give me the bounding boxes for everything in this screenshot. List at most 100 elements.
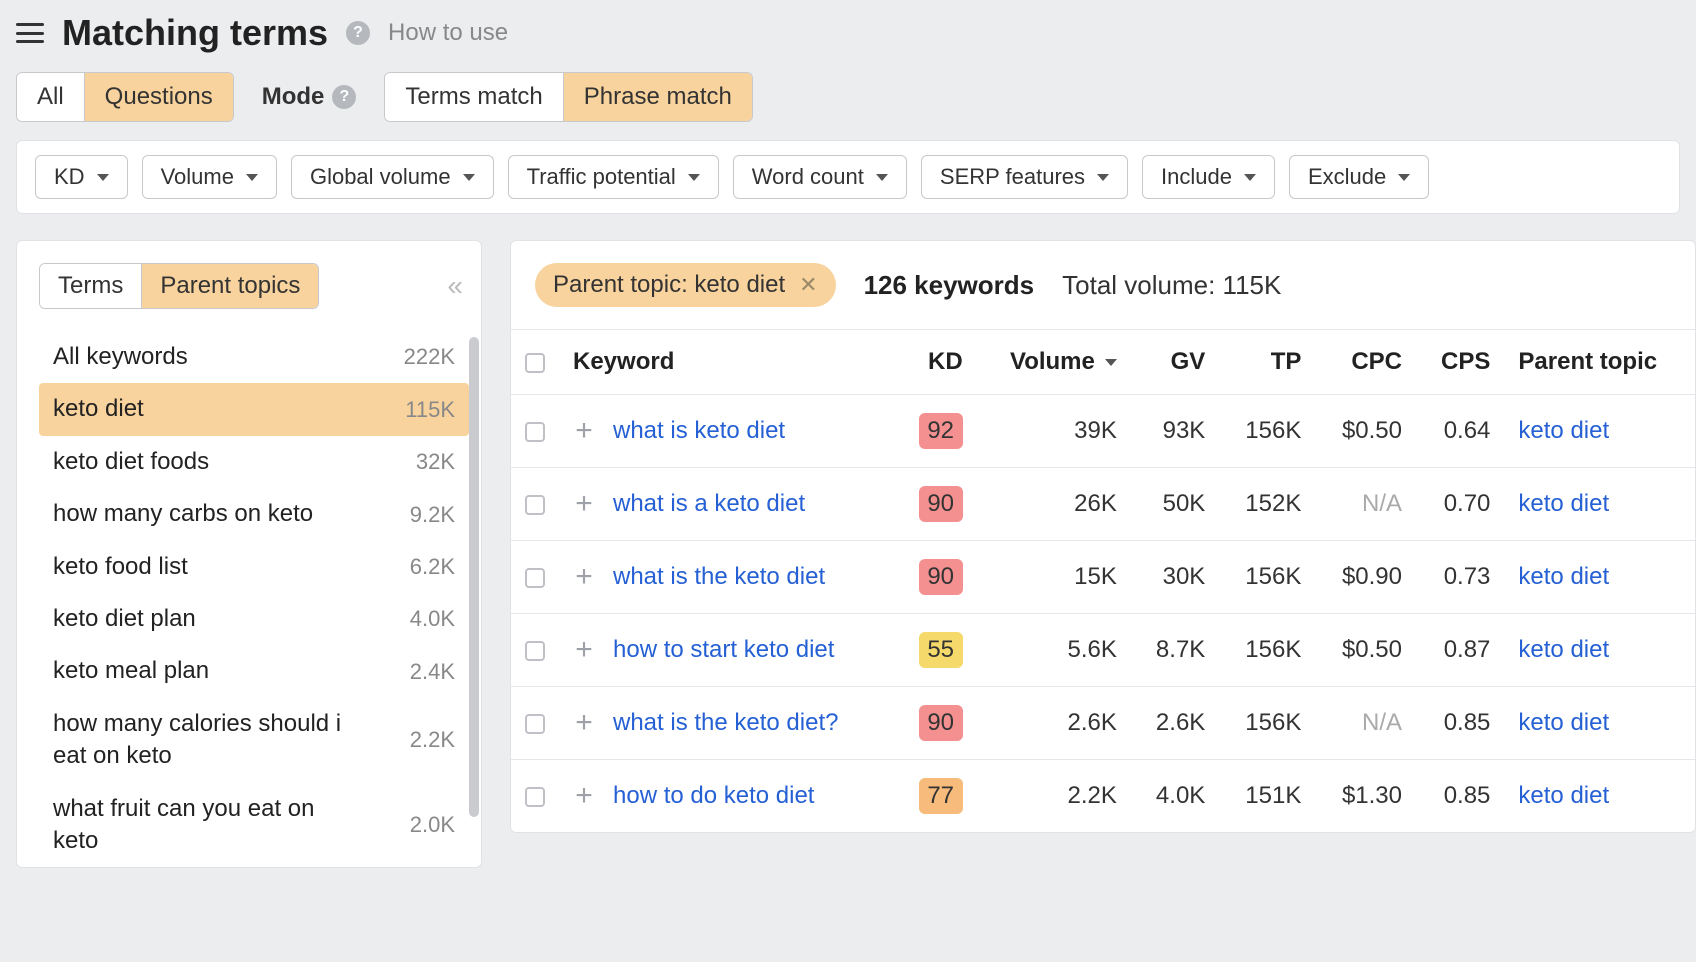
collapse-sidebar-icon[interactable]: « — [447, 270, 469, 302]
sidebar-item-label: how many calories should i eat on keto — [53, 708, 363, 773]
caret-down-icon — [246, 174, 258, 181]
col-cps[interactable]: CPS — [1416, 330, 1504, 395]
filter-exclude[interactable]: Exclude — [1289, 155, 1429, 199]
parent-topic-link[interactable]: keto diet — [1518, 417, 1609, 444]
sidebar-item-count: 9.2K — [410, 500, 455, 530]
kd-badge: 90 — [919, 559, 963, 595]
kd-badge: 77 — [919, 778, 963, 814]
expand-icon[interactable]: + — [573, 639, 595, 661]
cell-tp: 156K — [1219, 614, 1315, 687]
sidebar-item[interactable]: keto food list6.2K — [39, 541, 469, 593]
total-volume: Total volume: 115K — [1062, 270, 1281, 301]
cell-gv: 2.6K — [1131, 687, 1219, 760]
sidebar-item-label: what fruit can you eat on keto — [53, 793, 363, 858]
hamburger-icon[interactable] — [16, 23, 44, 43]
cell-gv: 8.7K — [1131, 614, 1219, 687]
expand-icon[interactable]: + — [573, 493, 595, 515]
filter-traffic-potential[interactable]: Traffic potential — [508, 155, 719, 199]
parent-topic-link[interactable]: keto diet — [1518, 709, 1609, 736]
filter-serp-features[interactable]: SERP features — [921, 155, 1128, 199]
row-checkbox[interactable] — [525, 568, 545, 588]
tab-phrase-match[interactable]: Phrase match — [564, 73, 752, 121]
keyword-link[interactable]: how to do keto diet — [613, 782, 814, 810]
filter-kd[interactable]: KD — [35, 155, 128, 199]
sidebar-item-label: keto diet — [53, 393, 144, 425]
keyword-link[interactable]: how to start keto diet — [613, 636, 834, 664]
expand-icon[interactable]: + — [573, 420, 595, 442]
caret-down-icon — [1398, 174, 1410, 181]
sidebar-item[interactable]: All keywords222K — [39, 331, 469, 383]
expand-icon[interactable]: + — [573, 566, 595, 588]
keyword-link[interactable]: what is a keto diet — [613, 490, 805, 518]
table-row: +how to do keto diet772.2K4.0K151K$1.300… — [511, 760, 1695, 833]
mode-label: Mode ? — [262, 83, 357, 111]
sidebar-item[interactable]: keto diet115K — [39, 383, 469, 435]
row-checkbox[interactable] — [525, 641, 545, 661]
tab-terms-match[interactable]: Terms match — [385, 73, 563, 121]
filter-global-volume[interactable]: Global volume — [291, 155, 494, 199]
sidebar-panel: Terms Parent topics « All keywords222Kke… — [16, 240, 482, 868]
table-row: +what is the keto diet9015K30K156K$0.900… — [511, 541, 1695, 614]
cell-volume: 2.6K — [977, 687, 1131, 760]
col-parent-topic[interactable]: Parent topic — [1504, 330, 1695, 395]
expand-icon[interactable]: + — [573, 712, 595, 734]
tab-all[interactable]: All — [17, 73, 85, 121]
expand-icon[interactable]: + — [573, 785, 595, 807]
cell-cpc: $0.90 — [1315, 541, 1416, 614]
sidebar-item-count: 32K — [416, 447, 455, 477]
cell-gv: 93K — [1131, 395, 1219, 468]
col-kd[interactable]: KD — [894, 330, 976, 395]
keyword-link[interactable]: what is the keto diet — [613, 563, 825, 591]
sidebar-tab-parent-topics[interactable]: Parent topics — [142, 264, 318, 308]
cell-cps: 0.87 — [1416, 614, 1504, 687]
parent-topic-link[interactable]: keto diet — [1518, 563, 1609, 590]
cell-volume: 39K — [977, 395, 1131, 468]
sidebar-item[interactable]: keto diet plan4.0K — [39, 593, 469, 645]
sidebar-item-label: how many carbs on keto — [53, 498, 313, 530]
match-mode-segment: Terms match Phrase match — [384, 72, 752, 122]
row-checkbox[interactable] — [525, 787, 545, 807]
row-checkbox[interactable] — [525, 422, 545, 442]
filter-word-count[interactable]: Word count — [733, 155, 907, 199]
col-tp[interactable]: TP — [1219, 330, 1315, 395]
col-cpc[interactable]: CPC — [1315, 330, 1416, 395]
sidebar-item-label: keto diet plan — [53, 603, 196, 635]
cell-cpc: N/A — [1315, 468, 1416, 541]
sidebar-scrollbar[interactable] — [469, 259, 479, 857]
keywords-table: Keyword KD Volume GV TP CPC CPS Parent t… — [511, 329, 1695, 832]
sidebar-item[interactable]: what fruit can you eat on keto2.0K — [39, 783, 469, 868]
sidebar-tab-segment: Terms Parent topics — [39, 263, 319, 309]
filter-volume[interactable]: Volume — [142, 155, 277, 199]
row-checkbox[interactable] — [525, 714, 545, 734]
col-volume[interactable]: Volume — [977, 330, 1131, 395]
cell-gv: 50K — [1131, 468, 1219, 541]
col-gv[interactable]: GV — [1131, 330, 1219, 395]
parent-topic-link[interactable]: keto diet — [1518, 782, 1609, 809]
tab-questions[interactable]: Questions — [85, 73, 233, 121]
cell-cpc: $0.50 — [1315, 614, 1416, 687]
parent-topic-link[interactable]: keto diet — [1518, 636, 1609, 663]
filter-include[interactable]: Include — [1142, 155, 1275, 199]
parent-topic-link[interactable]: keto diet — [1518, 490, 1609, 517]
how-to-use-link[interactable]: How to use — [388, 19, 508, 47]
sidebar-tab-terms[interactable]: Terms — [40, 264, 142, 308]
filter-bar: KD Volume Global volume Traffic potentia… — [16, 140, 1680, 214]
sidebar-item-label: All keywords — [53, 341, 188, 373]
results-panel: Parent topic: keto diet ✕ 126 keywords T… — [510, 240, 1696, 833]
keyword-link[interactable]: what is keto diet — [613, 417, 785, 445]
sidebar-item[interactable]: how many carbs on keto 9.2K — [39, 488, 469, 540]
keyword-link[interactable]: what is the keto diet? — [613, 709, 838, 737]
cell-cps: 0.64 — [1416, 395, 1504, 468]
cell-cps: 0.73 — [1416, 541, 1504, 614]
sidebar-item[interactable]: how many calories should i eat on keto2.… — [39, 698, 469, 783]
sidebar-item-label: keto diet foods — [53, 446, 209, 478]
sidebar-item[interactable]: keto diet foods 32K — [39, 436, 469, 488]
chip-remove-icon[interactable]: ✕ — [799, 272, 817, 298]
mode-help-icon[interactable]: ? — [332, 85, 356, 109]
select-all-checkbox[interactable] — [525, 353, 545, 373]
col-keyword[interactable]: Keyword — [559, 330, 894, 395]
row-checkbox[interactable] — [525, 495, 545, 515]
cell-volume: 5.6K — [977, 614, 1131, 687]
sidebar-item[interactable]: keto meal plan2.4K — [39, 645, 469, 697]
help-icon[interactable]: ? — [346, 21, 370, 45]
